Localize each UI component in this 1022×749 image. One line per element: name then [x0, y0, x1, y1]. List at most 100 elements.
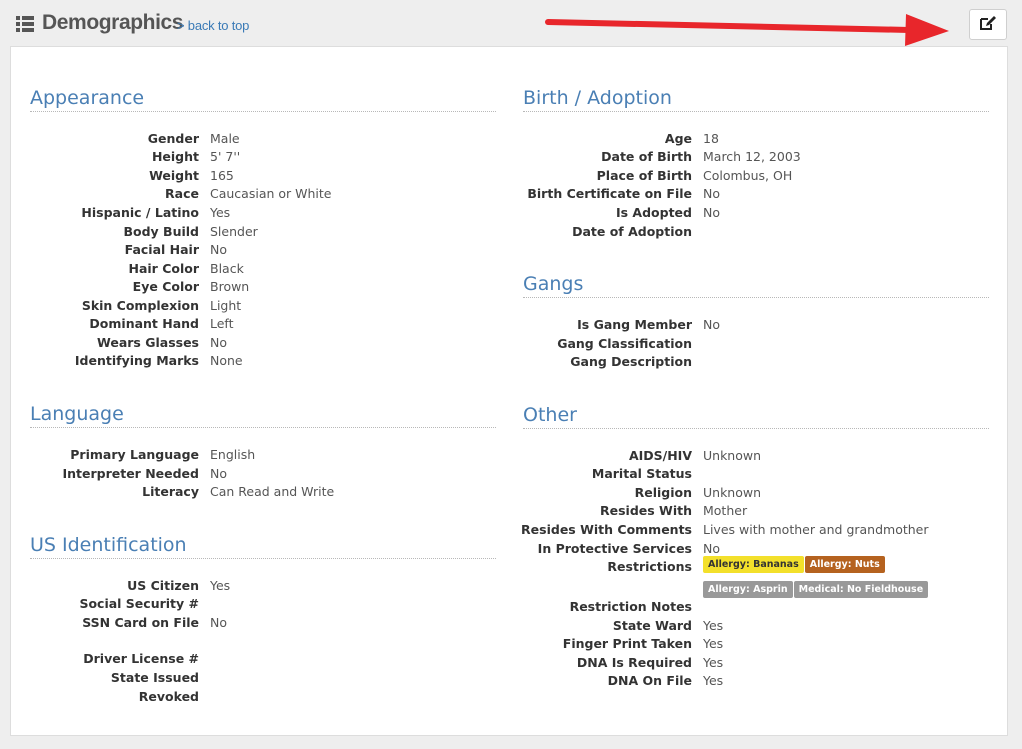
- page-title: Demographics: [42, 11, 184, 34]
- field-label: SSN Card on File: [82, 615, 199, 630]
- field-label: Marital Status: [591, 466, 692, 481]
- section-other: Other: [523, 404, 989, 429]
- section-divider: [30, 558, 496, 559]
- field-label: Primary Language: [70, 447, 199, 462]
- field-label: Body Build: [123, 224, 199, 239]
- field-label: Age: [664, 131, 692, 146]
- field-value: Yes: [210, 578, 231, 593]
- field-label: Place of Birth: [596, 168, 692, 183]
- field-label: US Citizen: [127, 578, 199, 593]
- field-value: Yes: [703, 636, 724, 651]
- field-label: Skin Complexion: [81, 298, 199, 313]
- field-value: 18: [703, 131, 719, 146]
- back-to-top-link[interactable]: > back to top: [177, 18, 249, 33]
- field-label: Revoked: [138, 689, 199, 704]
- field-label: Birth Certificate on File: [527, 186, 692, 201]
- field-value: No: [703, 186, 720, 201]
- field-value: Unknown: [703, 448, 762, 463]
- section-title: Appearance: [30, 87, 145, 109]
- field-label: Height: [151, 149, 199, 164]
- field-label: Wears Glasses: [97, 335, 199, 350]
- field-label: Driver License #: [83, 651, 199, 666]
- field-label: AIDS/HIV: [628, 448, 692, 463]
- field-label: Identifying Marks: [74, 353, 199, 368]
- field-label: Social Security #: [79, 596, 199, 611]
- field-value: Unknown: [703, 485, 762, 500]
- field-label: Hispanic / Latino: [81, 205, 199, 220]
- field-label: Restriction Notes: [569, 599, 692, 614]
- restriction-badge: Allergy: Bananas: [703, 556, 804, 573]
- field-value: Slender: [210, 224, 258, 239]
- field-label: Gang Description: [570, 354, 692, 369]
- field-label: State Issued: [110, 670, 199, 685]
- restriction-badge: Allergy: Nuts: [804, 556, 885, 573]
- field-value: No: [703, 317, 720, 332]
- field-value: Yes: [210, 205, 231, 220]
- field-value: Light: [210, 298, 242, 313]
- field-label: Gender: [147, 131, 199, 146]
- field-label: Facial Hair: [124, 242, 199, 257]
- edit-icon: [979, 15, 997, 35]
- field-value: No: [210, 466, 227, 481]
- field-value: Black: [210, 261, 244, 276]
- restriction-badge: Medical: No Fieldhouse: [793, 581, 929, 598]
- field-label: DNA On File: [607, 673, 692, 688]
- field-label: Date of Adoption: [572, 224, 692, 239]
- section-title: US Identification: [30, 534, 187, 556]
- field-value: 5' 7'': [210, 149, 241, 164]
- field-label: Finger Print Taken: [562, 636, 692, 651]
- field-label: In Protective Services: [537, 541, 692, 556]
- edit-button[interactable]: [969, 9, 1007, 40]
- section-divider: [30, 111, 496, 112]
- field-label: Hair Color: [128, 261, 200, 276]
- field-label: Resides With Comments: [521, 522, 692, 537]
- field-value: No: [703, 205, 720, 220]
- section-divider: [30, 427, 496, 428]
- field-label: Eye Color: [132, 279, 199, 294]
- field-label: Interpreter Needed: [62, 466, 199, 481]
- field-label: Dominant Hand: [89, 316, 199, 331]
- field-value: None: [210, 353, 243, 368]
- section-title: Other: [523, 404, 577, 426]
- field-label: Literacy: [142, 484, 199, 499]
- field-value: No: [210, 335, 227, 350]
- field-label: Gang Classification: [557, 336, 692, 351]
- arrow-annotation: [545, 14, 949, 46]
- field-value: Left: [210, 316, 234, 331]
- field-label: Resides With: [600, 503, 692, 518]
- section-us-identification: US Identification: [30, 534, 496, 559]
- field-value: 165: [210, 168, 234, 183]
- field-label: Is Adopted: [615, 205, 692, 220]
- field-value: Male: [210, 131, 240, 146]
- restriction-badge: Allergy: Asprin: [703, 581, 793, 598]
- section-language: Language: [30, 403, 496, 428]
- field-value: English: [210, 447, 256, 462]
- field-value: Mother: [703, 503, 748, 518]
- section-gangs: Gangs: [523, 273, 989, 298]
- section-divider: [523, 111, 989, 112]
- field-value: Yes: [703, 618, 724, 633]
- page-header: Demographics > back to top: [0, 0, 1022, 46]
- list-icon: [16, 16, 34, 32]
- field-label: Is Gang Member: [577, 317, 692, 332]
- field-value: Colombus, OH: [703, 168, 793, 183]
- field-value: Yes: [703, 673, 724, 688]
- field-label: Weight: [149, 168, 199, 183]
- field-value: Can Read and Write: [210, 484, 335, 499]
- restrictions-badges: Allergy: Bananas Allergy: Nuts Allergy: As…: [703, 552, 968, 602]
- section-appearance: Appearance: [30, 87, 496, 112]
- field-value: Brown: [210, 279, 250, 294]
- section-divider: [523, 428, 989, 429]
- field-value: No: [210, 615, 227, 630]
- field-value: Caucasian or White: [210, 186, 332, 201]
- field-label: Restrictions: [607, 559, 692, 574]
- field-value: March 12, 2003: [703, 149, 801, 164]
- field-value: No: [210, 242, 227, 257]
- field-value: Yes: [703, 655, 724, 670]
- section-title: Gangs: [523, 273, 584, 295]
- field-label: Religion: [634, 485, 692, 500]
- section-divider: [523, 297, 989, 298]
- field-label: DNA Is Required: [576, 655, 692, 670]
- field-label: State Ward: [612, 618, 692, 633]
- field-label: Date of Birth: [601, 149, 692, 164]
